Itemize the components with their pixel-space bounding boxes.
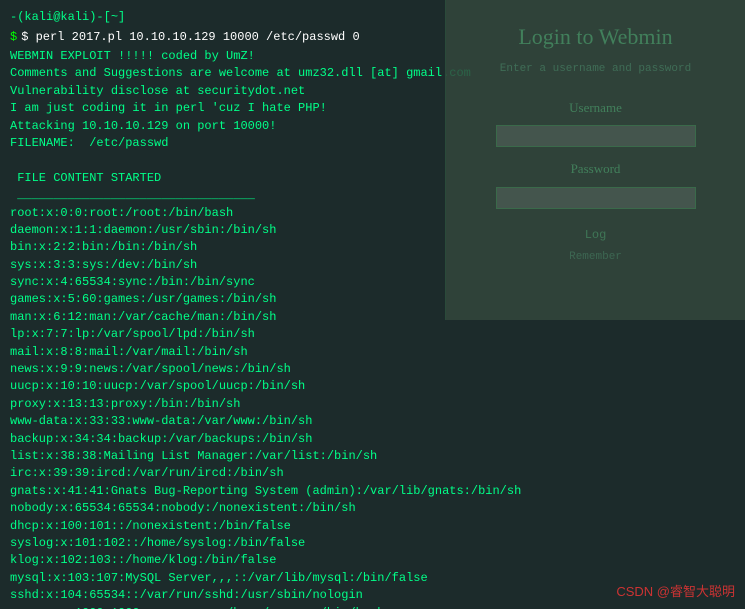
webmin-username-input[interactable]	[496, 125, 696, 147]
terminal-output-line: mail:x:8:8:mail:/var/mail:/bin/sh	[10, 344, 735, 361]
terminal-output-line: irc:x:39:39:ircd:/var/run/ircd:/bin/sh	[10, 465, 735, 482]
webmin-password-input[interactable]	[496, 187, 696, 209]
terminal-window: -(kali@kali)-[~] $ $ perl 2017.pl 10.10.…	[0, 0, 745, 609]
webmin-subtitle: Enter a username and password	[500, 61, 691, 78]
terminal-output-line: lp:x:7:7:lp:/var/spool/lpd:/bin/sh	[10, 326, 735, 343]
terminal-output-line: list:x:38:38:Mailing List Manager:/var/l…	[10, 448, 735, 465]
csdn-watermark: CSDN @睿智大聪明	[616, 582, 735, 602]
terminal-output-line: klog:x:102:103::/home/klog:/bin/false	[10, 552, 735, 569]
prompt-symbol: $	[10, 28, 17, 46]
webmin-overlay: Login to Webmin Enter a username and pas…	[445, 0, 745, 320]
command-text: $ perl 2017.pl 10.10.10.129 10000 /etc/p…	[21, 28, 359, 46]
terminal-output-line: gnats:x:41:41:Gnats Bug-Reporting System…	[10, 483, 735, 500]
terminal-output-line: nobody:x:65534:65534:nobody:/nonexistent…	[10, 500, 735, 517]
terminal-output-line: news:x:9:9:news:/var/spool/news:/bin/sh	[10, 361, 735, 378]
webmin-title: Login to Webmin	[518, 20, 672, 53]
terminal-output-line: uucp:x:10:10:uucp:/var/spool/uucp:/bin/s…	[10, 378, 735, 395]
terminal-output-line: proxy:x:13:13:proxy:/bin:/bin/sh	[10, 396, 735, 413]
terminal-output-line: backup:x:34:34:backup:/var/backups:/bin/…	[10, 431, 735, 448]
webmin-login-button[interactable]: Log	[585, 226, 607, 244]
webmin-remember: Remember	[569, 249, 622, 266]
terminal-output-line: www-data:x:33:33:www-data:/var/www:/bin/…	[10, 413, 735, 430]
webmin-username-label: Username	[569, 98, 622, 118]
terminal-output-line: vmware:x:1000:1000:vmware,,,,:/home/vmwa…	[10, 605, 735, 609]
terminal-output-line: syslog:x:101:102::/home/syslog:/bin/fals…	[10, 535, 735, 552]
webmin-password-label: Password	[571, 159, 621, 179]
terminal-output-line: dhcp:x:100:101::/nonexistent:/bin/false	[10, 518, 735, 535]
